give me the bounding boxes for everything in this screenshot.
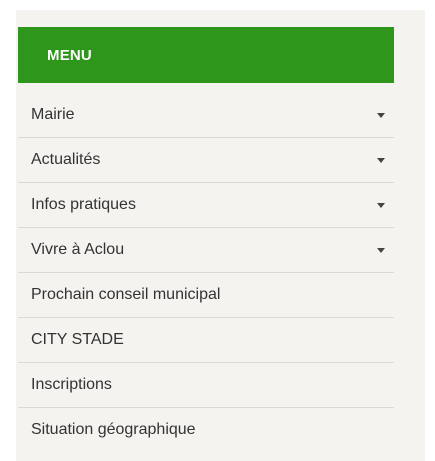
caret-down-icon[interactable] bbox=[377, 158, 385, 163]
menu-item-label: Prochain conseil municipal bbox=[31, 286, 221, 303]
menu-item-infos-pratiques[interactable]: Infos pratiques bbox=[18, 182, 394, 227]
menu-title: MENU bbox=[47, 46, 92, 64]
menu-item-label: Inscriptions bbox=[31, 376, 112, 393]
menu-item-inscriptions[interactable]: Inscriptions bbox=[18, 362, 394, 407]
caret-down-icon[interactable] bbox=[377, 248, 385, 253]
menu-item-label: Infos pratiques bbox=[31, 196, 136, 213]
caret-down-icon[interactable] bbox=[377, 112, 385, 118]
menu-item-label: Actualités bbox=[31, 151, 101, 168]
caret-down-icon[interactable] bbox=[377, 203, 385, 208]
menu-item-label: Mairie bbox=[31, 105, 75, 123]
menu-item-vivre-a-aclou[interactable]: Vivre à Aclou bbox=[18, 227, 394, 272]
menu-item-city-stade[interactable]: CITY STADE bbox=[18, 317, 394, 362]
menu-item-label: Vivre à Aclou bbox=[31, 241, 125, 258]
menu-item-actualites[interactable]: Actualités bbox=[18, 137, 394, 182]
menu-item-mairie[interactable]: Mairie bbox=[18, 92, 394, 137]
menu-item-label: Situation géographique bbox=[31, 421, 196, 438]
menu-item-situation-geographique[interactable]: Situation géographique bbox=[18, 407, 394, 452]
menu-header: MENU bbox=[18, 27, 394, 83]
menu-list: Mairie Actualités Infos pratiques Vivre … bbox=[18, 92, 394, 452]
menu-item-label: CITY STADE bbox=[31, 331, 124, 348]
menu-item-prochain-conseil-municipal[interactable]: Prochain conseil municipal bbox=[18, 272, 394, 317]
